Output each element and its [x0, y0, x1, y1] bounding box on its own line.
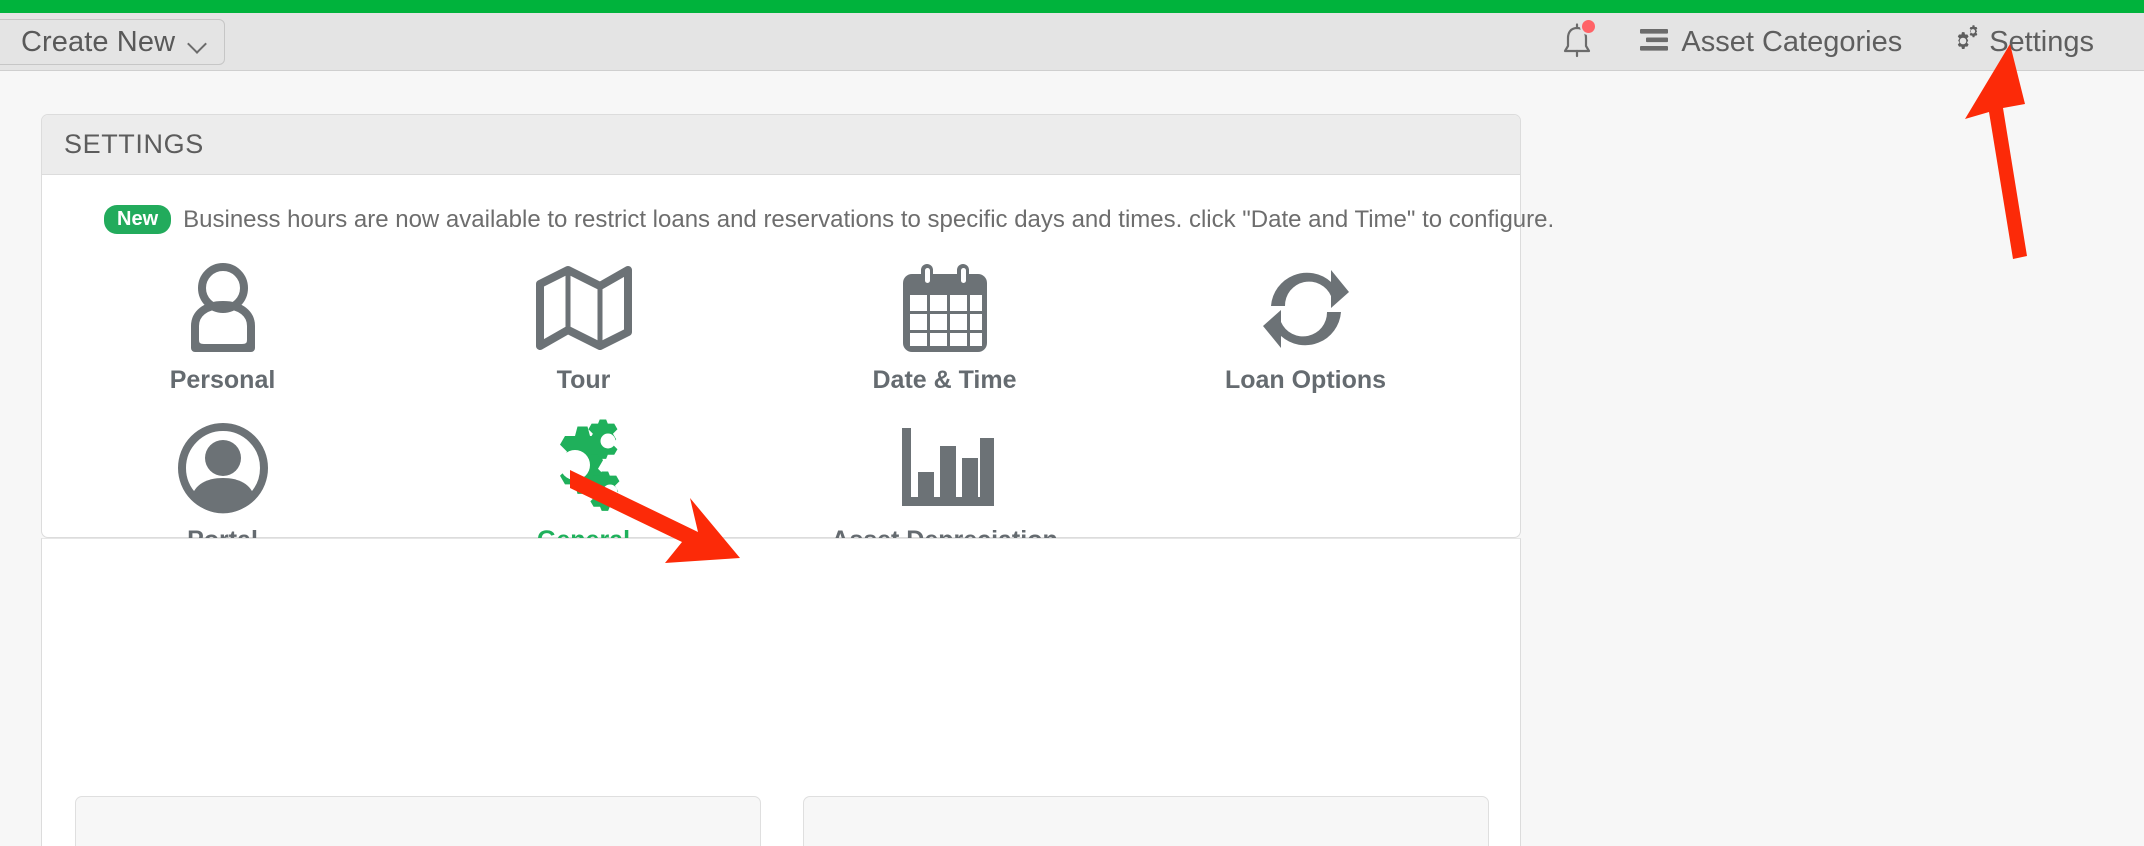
lower-card-print-lease[interactable]: Print Lease: [75, 796, 761, 846]
page-title: SETTINGS: [64, 129, 204, 159]
calendar-icon: [897, 258, 993, 354]
create-new-label: Create New: [21, 25, 176, 58]
notifications-button[interactable]: [1538, 13, 1616, 71]
settings-tile-label-personal: Personal: [169, 366, 276, 394]
nav-label-settings: Settings: [1989, 25, 2094, 58]
chevron-down-icon: [189, 37, 208, 48]
gears-icon: [1946, 24, 1978, 60]
settings-tile-label-loan-options: Loan Options: [1224, 366, 1387, 394]
settings-tile-tour[interactable]: Tour: [403, 248, 764, 408]
settings-tile-date-time[interactable]: Date & Time: [764, 248, 1125, 408]
folded-map-icon: [532, 258, 636, 354]
notice-text: Business hours are now available to rest…: [183, 205, 1555, 233]
settings-tile-label-tour: Tour: [556, 366, 611, 394]
bar-chart-icon: [892, 418, 998, 514]
business-hours-notice: New Business hours are now available to …: [42, 205, 1554, 234]
settings-tile-label-date-time: Date & Time: [872, 366, 1017, 394]
nav-item-settings[interactable]: Settings: [1924, 13, 2116, 71]
person-outline-icon: [177, 258, 269, 354]
nav-label-asset-categories: Asset Categories: [1681, 25, 1903, 58]
app-page: Create New Asset Categories Settings SET…: [0, 0, 2144, 846]
settings-panel-header: SETTINGS: [42, 115, 1520, 175]
lower-card-change-loan-as-email[interactable]: Change Loan as Email: [803, 796, 1489, 846]
arrow-to-settings-annotation: [1965, 44, 2027, 259]
settings-tile-personal[interactable]: Personal: [42, 248, 403, 408]
notification-badge: [1580, 18, 1598, 35]
nav-item-asset-categories[interactable]: Asset Categories: [1616, 13, 1924, 71]
list-lines-icon: [1638, 27, 1670, 58]
bell-icon: [1560, 18, 1598, 62]
settings-tiles-grid: Personal Tour Date & Time Loan Options: [42, 248, 1520, 568]
refresh-cycle-icon: [1257, 258, 1355, 354]
settings-panel-body: New Business hours are now available to …: [42, 175, 1554, 568]
settings-tiles-row-1: Personal Tour Date & Time Loan Options: [42, 248, 1520, 408]
top-navigation-bar: Create New Asset Categories Settings: [0, 13, 2144, 71]
create-new-button[interactable]: Create New: [0, 19, 226, 65]
lower-settings-panel: Print Lease Change Loan as Email: [41, 538, 1521, 846]
top-nav-right-group: Asset Categories Settings: [1538, 13, 2116, 71]
brand-accent-strip: [0, 0, 2144, 13]
user-avatar-icon: [177, 418, 269, 514]
gears-icon: [530, 418, 638, 514]
settings-tile-loan-options[interactable]: Loan Options: [1125, 248, 1486, 408]
settings-panel: SETTINGS New Business hours are now avai…: [41, 114, 1554, 554]
new-badge: New: [104, 205, 172, 234]
